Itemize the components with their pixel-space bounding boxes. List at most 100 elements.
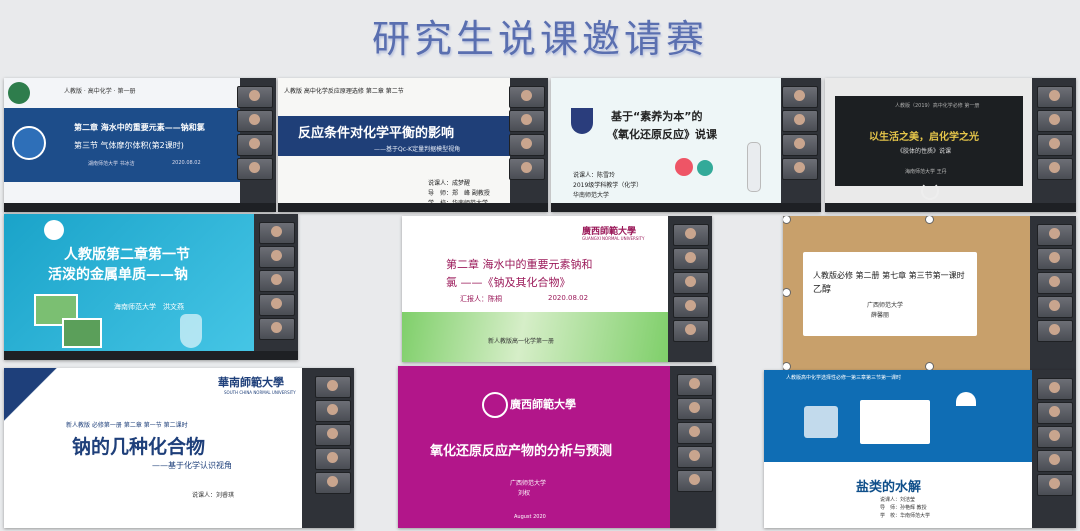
slide-2-subtitle: ——基于Qc-K定量判据模型视角 [374,146,461,153]
school-logo-icon [44,220,64,240]
participant-video-thumbnail[interactable] [1037,86,1073,108]
participant-video-thumbnail[interactable] [509,158,545,180]
participant-video-thumbnail[interactable] [237,110,273,132]
screenshot-3: 基于“素养为本”的 《氧化还原反应》说课 说课人：陈雪玲 2019级学科教学（化… [551,78,821,212]
participant-panel[interactable] [1032,370,1076,528]
participant-video-thumbnail[interactable] [1037,158,1073,180]
slide-9-title: 氧化还原反应产物的分析与预测 [430,444,613,459]
participant-video-thumbnail[interactable] [1037,248,1073,270]
slide-9-date: August 2020 [514,514,546,520]
slide-4: 人教版（2019）高中化学必修 第一册 以生活之美，启化学之光 《胶体的性质》说… [825,78,1032,212]
slide-3-presenter: 说课人：陈雪玲 [573,172,616,179]
participant-video-thumbnail[interactable] [259,246,295,268]
slide-2: 人教版 高中化学反应原理选修 第二章 第二节 反应条件对化学平衡的影响 ——基于… [278,78,510,212]
participant-video-thumbnail[interactable] [315,472,351,494]
slide-4-title: 以生活之美，启化学之光 [869,132,979,143]
taskbar [825,203,1076,212]
slide-4-school: 海南师范大学 王丹 [905,169,947,175]
slide-2-advisor: 导 师：郑 峰 副教授 [428,190,490,197]
slide-6-title2: 氯 ——《钠及其化合物》 [446,276,571,289]
participant-video-thumbnail[interactable] [1037,450,1073,472]
slide-6-brand-en: GUANGXI NORMAL UNIVERSITY [582,236,645,241]
participant-video-thumbnail[interactable] [673,224,709,246]
participant-video-thumbnail[interactable] [237,134,273,156]
participant-video-thumbnail[interactable] [259,222,295,244]
participant-video-thumbnail[interactable] [782,158,818,180]
slide-8-subtitle: ——基于化学认识视角 [152,461,232,470]
participant-panel[interactable] [302,368,354,528]
participant-panel[interactable] [1032,78,1076,212]
participant-video-thumbnail[interactable] [259,294,295,316]
slide-8-book: 新人教版 必修第一册 第二章 第一节 第二课时 [66,422,188,429]
participant-video-thumbnail[interactable] [1037,474,1073,496]
resize-handle[interactable] [783,362,791,370]
participant-panel[interactable] [670,366,716,528]
participant-video-thumbnail[interactable] [677,398,713,420]
participant-video-thumbnail[interactable] [315,400,351,422]
participant-video-thumbnail[interactable] [1037,272,1073,294]
taskbar [278,203,548,212]
participant-video-thumbnail[interactable] [1037,134,1073,156]
participant-panel[interactable] [1030,216,1076,370]
participant-video-thumbnail[interactable] [677,374,713,396]
participant-video-thumbnail[interactable] [237,158,273,180]
slide-10-presenter: 说课人：刘洁莹 [880,497,916,503]
participant-panel[interactable] [509,78,548,212]
participant-video-thumbnail[interactable] [782,86,818,108]
participant-video-thumbnail[interactable] [1037,378,1073,400]
flask-icon [675,158,693,176]
participant-video-thumbnail[interactable] [782,134,818,156]
flask-icon [697,160,713,176]
slide-7-school: 广西师范大学 [867,302,904,309]
participant-video-thumbnail[interactable] [673,320,709,342]
participant-video-thumbnail[interactable] [677,446,713,468]
slide-2-title: 反应条件对化学平衡的影响 [298,126,455,141]
participant-video-thumbnail[interactable] [315,424,351,446]
slide-6-presenter: 汇报人：陈桐 [460,295,502,303]
participant-video-thumbnail[interactable] [315,448,351,470]
participant-panel[interactable] [781,78,821,212]
open-book-icon [860,400,930,444]
slide-3: 基于“素养为本”的 《氧化还原反应》说课 说课人：陈雪玲 2019级学科教学（化… [551,78,781,212]
participant-panel[interactable] [668,216,712,362]
slide-2-header: 人教版 高中化学反应原理选修 第二章 第二节 [284,88,404,95]
participant-video-thumbnail[interactable] [1037,224,1073,246]
screenshot-1: 人教版 · 高中化学 · 第一册 第二章 海水中的重要元素——钠和氯 第三节 气… [4,78,276,212]
lamp-icon [956,392,976,406]
participant-video-thumbnail[interactable] [1037,402,1073,424]
screenshot-5: 人教版第二章第一节 活泼的金属单质——钠 海南师范大学 洪文燕 [4,214,298,360]
slide-5: 人教版第二章第一节 活泼的金属单质——钠 海南师范大学 洪文燕 [4,214,254,360]
slide-9-name: 刘权 [518,490,531,497]
participant-video-thumbnail[interactable] [677,422,713,444]
screenshot-6: 廣西師範大學 GUANGXI NORMAL UNIVERSITY 第二章 海水中… [402,216,712,362]
participant-video-thumbnail[interactable] [1037,110,1073,132]
scientist-icon [747,142,761,192]
slide-1-line2: 第三节 气体摩尔体积(第2课时) [74,141,184,150]
participant-video-thumbnail[interactable] [1037,296,1073,318]
participant-panel[interactable] [254,214,298,360]
participant-panel[interactable] [237,78,276,212]
participant-video-thumbnail[interactable] [509,110,545,132]
participant-video-thumbnail[interactable] [315,376,351,398]
slide-4-header: 人教版（2019）高中化学必修 第一册 [895,103,980,109]
participant-video-thumbnail[interactable] [259,270,295,292]
slide-7-line1: 人教版必修 第二册 第七章 第三节第一课时 [813,271,965,280]
participant-video-thumbnail[interactable] [673,248,709,270]
resize-handle[interactable] [925,362,934,370]
participant-video-thumbnail[interactable] [509,134,545,156]
participant-video-thumbnail[interactable] [1037,320,1073,342]
participant-video-thumbnail[interactable] [1037,426,1073,448]
taskbar [4,351,298,360]
slide-1-line1: 第二章 海水中的重要元素——钠和氯 [74,123,205,132]
slide-8: 華南師範大學 SOUTH CHINA NORMAL UNIVERSITY 新人教… [4,368,302,528]
slide-10-top: 人教版高中化学选择性必修一第三章第三节第一课时 [786,375,902,381]
participant-video-thumbnail[interactable] [237,86,273,108]
participant-video-thumbnail[interactable] [259,318,295,340]
slide-6-date: 2020.08.02 [548,294,589,302]
slide-10-school: 学 校：华南师范大学 [880,513,931,519]
participant-video-thumbnail[interactable] [673,272,709,294]
participant-video-thumbnail[interactable] [673,296,709,318]
participant-video-thumbnail[interactable] [677,470,713,492]
participant-video-thumbnail[interactable] [782,110,818,132]
participant-video-thumbnail[interactable] [509,86,545,108]
